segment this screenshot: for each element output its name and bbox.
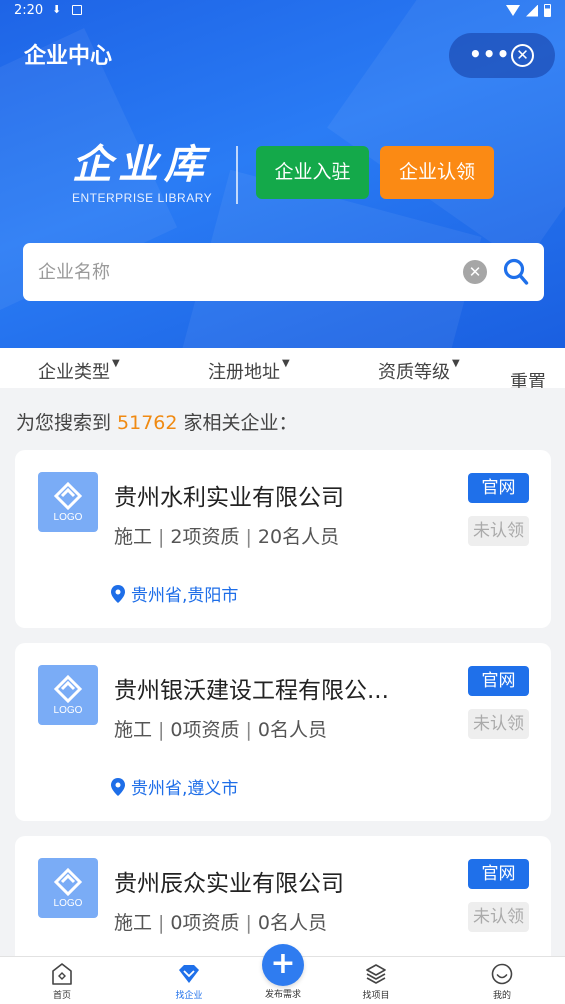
battery-icon xyxy=(544,4,551,17)
claim-status-badge: 未认领 xyxy=(468,516,529,546)
logo-mark-icon xyxy=(53,482,83,510)
filter-qualification-level-label: 资质等级 xyxy=(378,362,450,383)
company-staff: 20名人员 xyxy=(257,526,340,548)
enterprise-claim-button[interactable]: 企业认领 xyxy=(380,146,494,199)
company-meta: 施工 | 2项资质 | 20名人员 xyxy=(114,522,339,549)
tab-find-project[interactable]: 找项目 xyxy=(336,957,416,1004)
logo-mark-icon xyxy=(53,675,83,703)
caret-down-icon: ▼ xyxy=(282,358,290,369)
smiley-icon xyxy=(491,963,513,985)
mini-program-capsule: ••• ✕ xyxy=(449,33,555,78)
separator: | xyxy=(158,526,165,548)
company-location-text: 贵州省,遵义市 xyxy=(131,779,239,799)
result-count: 为您搜索到 51762 家相关企业： xyxy=(16,408,297,435)
company-category: 施工 xyxy=(114,912,153,934)
tab-find-company-label: 找企业 xyxy=(175,991,203,1001)
clear-icon[interactable]: ✕ xyxy=(463,260,487,284)
logo-text: LOGO xyxy=(53,705,83,716)
signal-icon xyxy=(526,4,538,17)
company-category: 施工 xyxy=(114,719,153,741)
reset-button[interactable]: 重置 xyxy=(510,368,546,388)
enterprise-join-button[interactable]: 企业入驻 xyxy=(256,146,369,199)
home-icon xyxy=(52,963,72,985)
logo-text: LOGO xyxy=(53,898,83,909)
official-website-badge[interactable]: 官网 xyxy=(468,473,529,503)
company-logo: LOGO xyxy=(38,472,98,532)
claim-status-badge: 未认领 xyxy=(468,902,529,932)
brand-title-cn: 企业库 xyxy=(72,142,210,188)
filter-company-type[interactable]: 企业类型 ▼ xyxy=(38,358,120,384)
location-pin-icon xyxy=(111,584,125,603)
search-icon[interactable] xyxy=(503,258,529,286)
diamond-icon xyxy=(179,965,199,983)
company-logo: LOGO xyxy=(38,858,98,918)
caret-down-icon: ▼ xyxy=(452,358,460,369)
company-meta: 施工 | 0项资质 | 0名人员 xyxy=(114,715,327,742)
app-notification-icon xyxy=(72,5,82,15)
company-location: 贵州省,贵阳市 xyxy=(111,581,238,606)
tab-mine-label: 我的 xyxy=(492,991,511,1001)
result-prefix: 为您搜索到 xyxy=(16,412,112,434)
brand-title-en: ENTERPRISE LIBRARY xyxy=(72,191,213,205)
status-bar: 2:20 ⬇ xyxy=(0,0,565,24)
company-qualifications: 2项资质 xyxy=(170,526,240,548)
separator: | xyxy=(158,912,165,934)
tab-home-label: 首页 xyxy=(52,991,71,1001)
company-staff: 0名人员 xyxy=(257,912,328,934)
caret-down-icon: ▼ xyxy=(112,358,120,369)
more-icon[interactable]: ••• xyxy=(469,44,510,64)
company-name[interactable]: 贵州水利实业有限公司 xyxy=(114,478,414,512)
brand-divider xyxy=(236,146,238,204)
official-website-badge[interactable]: 官网 xyxy=(468,859,529,889)
filter-qualification-level[interactable]: 资质等级 ▼ xyxy=(378,358,460,384)
tab-find-project-label: 找项目 xyxy=(362,991,390,1001)
filter-registered-address-label: 注册地址 xyxy=(208,362,280,383)
company-qualifications: 0项资质 xyxy=(170,912,240,934)
company-category: 施工 xyxy=(114,526,153,548)
filter-registered-address[interactable]: 注册地址 ▼ xyxy=(208,358,290,384)
tab-publish-label: 发布需求 xyxy=(264,990,301,1000)
company-meta: 施工 | 0项资质 | 0名人员 xyxy=(114,908,327,935)
official-website-badge[interactable]: 官网 xyxy=(468,666,529,696)
separator: | xyxy=(158,719,165,741)
status-time: 2:20 xyxy=(14,3,44,18)
company-location: 贵州省,遵义市 xyxy=(111,774,238,799)
separator: | xyxy=(245,912,252,934)
company-logo: LOGO xyxy=(38,665,98,725)
plus-icon: + xyxy=(270,946,296,981)
claim-status-badge: 未认领 xyxy=(468,709,529,739)
search-bar: ✕ xyxy=(23,243,544,301)
logo-mark-icon xyxy=(53,868,83,896)
result-suffix: 家相关企业： xyxy=(183,412,298,434)
logo-text: LOGO xyxy=(53,512,83,523)
separator: | xyxy=(245,719,252,741)
company-card[interactable]: LOGO 贵州银沃建设工程有限公... 施工 | 0项资质 | 0名人员 贵州省,遵义市… xyxy=(15,643,551,821)
header-banner: 2:20 ⬇ 企业中心 ••• ✕ 企业库 ENTERPRISE LIBRARY… xyxy=(0,0,565,348)
download-icon: ⬇ xyxy=(52,3,62,16)
filter-company-type-label: 企业类型 xyxy=(38,362,110,383)
company-location-text: 贵州省,贵阳市 xyxy=(131,586,239,606)
wifi-icon xyxy=(506,5,520,16)
company-staff: 0名人员 xyxy=(257,719,328,741)
company-name[interactable]: 贵州银沃建设工程有限公... xyxy=(114,671,414,705)
company-name[interactable]: 贵州辰众实业有限公司 xyxy=(114,864,414,898)
tab-find-company[interactable]: 找企业 xyxy=(149,957,229,1004)
location-pin-icon xyxy=(111,777,125,796)
publish-button[interactable]: + xyxy=(262,944,304,986)
result-number: 51762 xyxy=(117,412,178,434)
tab-home[interactable]: 首页 xyxy=(22,957,102,1004)
close-icon[interactable]: ✕ xyxy=(511,44,534,67)
company-card[interactable]: LOGO 贵州水利实业有限公司 施工 | 2项资质 | 20名人员 贵州省,贵阳市 官网… xyxy=(15,450,551,628)
company-qualifications: 0项资质 xyxy=(170,719,240,741)
layers-icon xyxy=(366,964,386,984)
tab-mine[interactable]: 我的 xyxy=(462,957,542,1004)
separator: | xyxy=(245,526,252,548)
search-input[interactable] xyxy=(38,256,458,288)
filter-bar: 企业类型 ▼ 注册地址 ▼ 资质等级 ▼ 重置 xyxy=(0,348,565,388)
enterprise-library-logo: 企业库 ENTERPRISE LIBRARY xyxy=(72,143,212,205)
page-title: 企业中心 xyxy=(24,44,113,69)
